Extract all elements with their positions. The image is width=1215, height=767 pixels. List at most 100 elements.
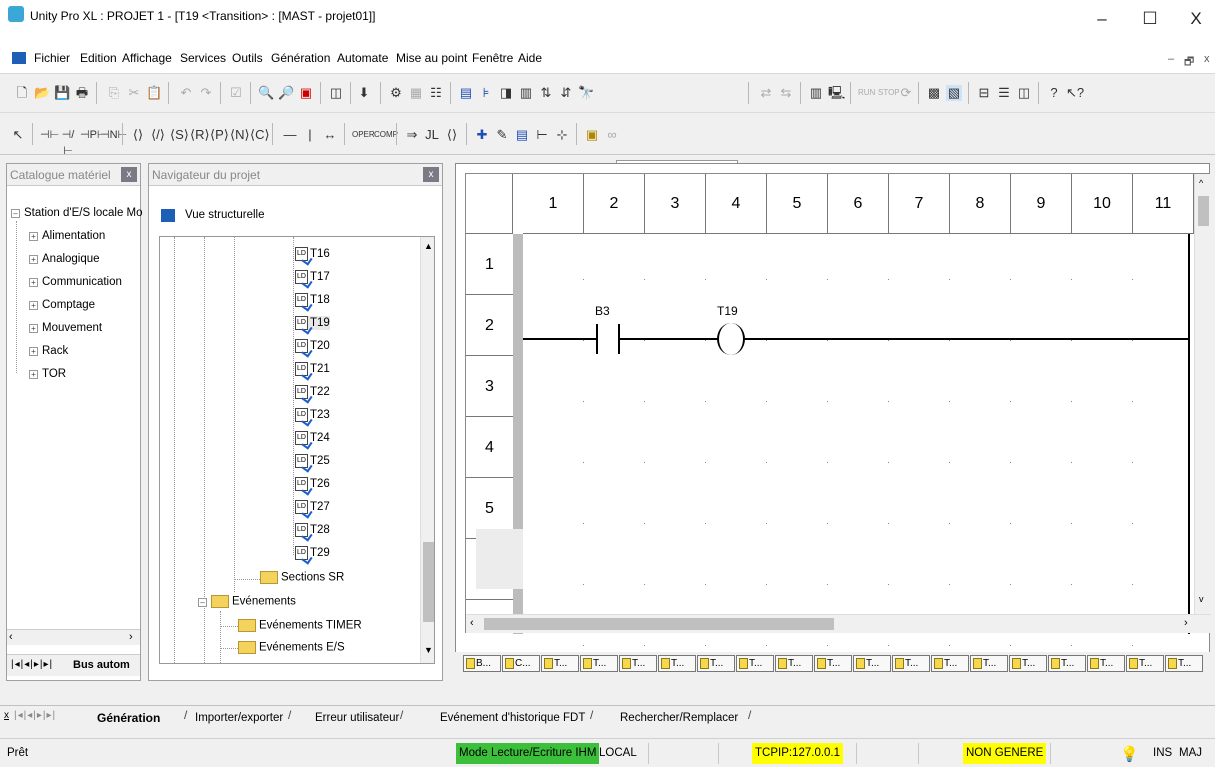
- help-icon[interactable]: ?: [1046, 85, 1062, 101]
- branch-icon[interactable]: ⊹: [554, 127, 570, 143]
- tree-item-t20[interactable]: LD T20: [295, 339, 330, 353]
- tree-item-evenements-es[interactable]: Evénements E/S: [238, 641, 345, 655]
- menu-fichier[interactable]: Fichier: [34, 51, 70, 65]
- contact-no-icon[interactable]: ⊣⊢: [40, 127, 59, 143]
- section-tab[interactable]: C...: [502, 655, 540, 672]
- tree-item-t23[interactable]: LD T23: [295, 408, 330, 422]
- coil-t19[interactable]: [717, 323, 745, 355]
- build-icon[interactable]: ⚙: [388, 85, 404, 101]
- catalog-tab-bus[interactable]: Bus autom: [73, 659, 130, 671]
- section-tab[interactable]: T...: [970, 655, 1008, 672]
- split-icon[interactable]: ☰: [996, 85, 1012, 101]
- find-icon[interactable]: 🔍: [258, 85, 274, 101]
- copy-icon[interactable]: ⎘: [106, 85, 122, 101]
- section-tab[interactable]: T...: [931, 655, 969, 672]
- menu-edition[interactable]: Edition: [80, 51, 117, 65]
- catalog-nav-arrows-icon[interactable]: |◂|◂|▸|▸|: [11, 659, 53, 670]
- stop-icon[interactable]: STOP: [878, 85, 900, 101]
- browser-icon[interactable]: ◫: [328, 85, 344, 101]
- section-tab[interactable]: T...: [1048, 655, 1086, 672]
- mdi-restore-button[interactable]: 🗗: [1184, 53, 1194, 72]
- variable-icon[interactable]: ▤: [514, 127, 530, 143]
- compare-block-icon[interactable]: COMP: [374, 127, 398, 143]
- tree-item-t19[interactable]: LD T19: [295, 316, 330, 330]
- animation-icon[interactable]: ▩: [926, 85, 942, 101]
- save-icon[interactable]: 💾: [54, 85, 70, 101]
- menu-aide[interactable]: Aide: [518, 51, 542, 65]
- rebuild-icon[interactable]: ☷: [428, 85, 444, 101]
- section-tab[interactable]: T...: [1126, 655, 1164, 672]
- cut-icon[interactable]: ✂: [126, 85, 142, 101]
- go-to-icon[interactable]: ▣: [298, 85, 314, 101]
- panel-icon[interactable]: ◫: [1016, 85, 1032, 101]
- horizontal-link-icon[interactable]: —: [282, 127, 298, 143]
- hierarchy-icon[interactable]: ⊧: [478, 85, 494, 101]
- minimize-button[interactable]: –: [1082, 4, 1122, 34]
- section-tab[interactable]: T...: [814, 655, 852, 672]
- tree-item-evenements[interactable]: – Evénements: [198, 595, 296, 609]
- menu-fenetre[interactable]: Fenêtre: [472, 51, 513, 65]
- find-replace-icon[interactable]: ⇵: [558, 85, 574, 101]
- coil-reset-icon[interactable]: ⟨R⟩: [190, 127, 210, 143]
- output-nav-arrows-icon[interactable]: |◂|◂|▸|▸|: [14, 710, 56, 721]
- close-button[interactable]: X: [1176, 4, 1215, 34]
- tab-erreur-utilisateur[interactable]: Erreur utilisateur: [315, 708, 399, 728]
- catalog-close-icon[interactable]: x: [121, 167, 137, 182]
- tab-rechercher-remplacer[interactable]: Rechercher/Remplacer: [620, 708, 738, 728]
- paste-icon[interactable]: 📋: [146, 85, 162, 101]
- section-tab[interactable]: T...: [775, 655, 813, 672]
- comment-icon[interactable]: ▣: [584, 127, 600, 143]
- section-tab[interactable]: T...: [1009, 655, 1047, 672]
- project-browser-icon[interactable]: ▤: [458, 85, 474, 101]
- catalog-item-mouvement[interactable]: + Mouvement: [29, 322, 102, 336]
- menu-services[interactable]: Services: [180, 51, 226, 65]
- tree-item-t25[interactable]: LD T25: [295, 454, 330, 468]
- navigator-scroll-thumb[interactable]: [423, 542, 434, 622]
- operate-block-icon[interactable]: OPER: [352, 127, 375, 143]
- contact-b3[interactable]: [596, 324, 620, 354]
- section-tab[interactable]: T...: [736, 655, 774, 672]
- connect-pin-icon[interactable]: ⊢: [534, 127, 550, 143]
- catalog-item-tor[interactable]: + TOR: [29, 368, 66, 382]
- catalog-item-communication[interactable]: + Communication: [29, 276, 122, 290]
- disconnect-icon[interactable]: ⇆: [778, 85, 794, 101]
- menu-generation[interactable]: Génération: [271, 51, 330, 65]
- coil-set-icon[interactable]: ⟨S⟩: [170, 127, 189, 143]
- tree-item-t16[interactable]: LD T16: [295, 247, 330, 261]
- coil-icon[interactable]: ⟨⟩: [130, 127, 146, 143]
- section-tab[interactable]: B...: [463, 655, 501, 672]
- vertical-link-icon[interactable]: |: [302, 127, 318, 143]
- mdi-minimize-button[interactable]: –: [1168, 53, 1174, 65]
- validate-icon[interactable]: ☑: [228, 85, 244, 101]
- analyze-icon[interactable]: ⬇: [356, 85, 372, 101]
- cross-ref-icon[interactable]: ⇅: [538, 85, 554, 101]
- tree-item-t28[interactable]: LD T28: [295, 523, 330, 537]
- watch-icon[interactable]: ▧: [946, 85, 962, 101]
- init-icon[interactable]: ⟳: [898, 85, 914, 101]
- download-icon[interactable]: ▥: [808, 85, 824, 101]
- catalog-item-alimentation[interactable]: + Alimentation: [29, 230, 105, 244]
- select-pointer-icon[interactable]: ↖: [10, 127, 26, 143]
- tree-item-t24[interactable]: LD T24: [295, 431, 330, 445]
- link-icon[interactable]: ↔: [322, 127, 338, 143]
- maximize-button[interactable]: ☐: [1130, 4, 1170, 34]
- return-icon[interactable]: ⟨⟩: [444, 127, 460, 143]
- find-next-icon[interactable]: 🔎: [278, 85, 294, 101]
- new-file-icon[interactable]: 🗋: [14, 85, 30, 101]
- output-close-icon[interactable]: x: [4, 710, 9, 721]
- tree-item-t21[interactable]: LD T21: [295, 362, 330, 376]
- undo-icon[interactable]: ↶: [178, 85, 194, 101]
- diagnostics-icon[interactable]: ⊟: [976, 85, 992, 101]
- coil-p-icon[interactable]: ⟨P⟩: [210, 127, 229, 143]
- section-tab[interactable]: T...: [892, 655, 930, 672]
- section-tab[interactable]: T...: [1165, 655, 1203, 672]
- binoculars-icon[interactable]: 🔭: [578, 85, 594, 101]
- tree-item-t26[interactable]: LD T26: [295, 477, 330, 491]
- menu-affichage[interactable]: Affichage: [122, 51, 172, 65]
- ladder-grid[interactable]: 1234567891011 123456 B3 T19 ^ v ‹ ›: [465, 173, 1211, 646]
- tree-item-t18[interactable]: LD T18: [295, 293, 330, 307]
- section-tab[interactable]: T...: [619, 655, 657, 672]
- ffb-icon[interactable]: ✚: [474, 127, 490, 143]
- print-icon[interactable]: 🖶: [74, 85, 90, 101]
- tree-item-t27[interactable]: LD T27: [295, 500, 330, 514]
